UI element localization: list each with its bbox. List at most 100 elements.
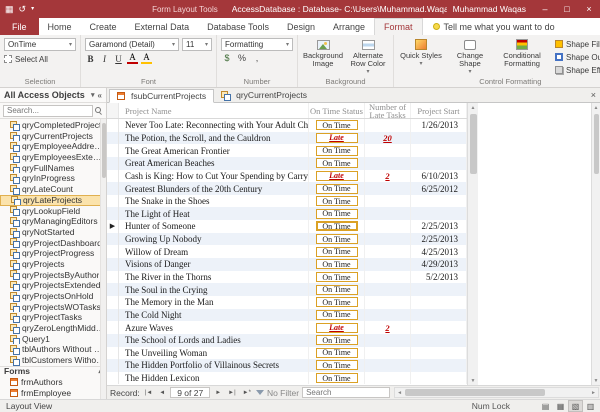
sidebar-item-qrycurrentprojects[interactable]: qryCurrentProjects	[0, 131, 106, 142]
sidebar-item-qryemployeesextended[interactable]: qryEmployeesExtended	[0, 152, 106, 163]
cell-late-tasks[interactable]: 2	[365, 321, 411, 334]
cell-project-name[interactable]: Hunter of Someone	[119, 220, 309, 233]
nav-section-forms[interactable]: Forms ▴	[0, 365, 106, 377]
cell-project-start[interactable]	[411, 333, 467, 347]
sidebar-item-qrynotstarted[interactable]: qryNotStarted	[0, 227, 106, 238]
scrollbar-thumb[interactable]	[102, 123, 106, 178]
select-all-button[interactable]: Select All	[4, 53, 76, 65]
record-selector[interactable]	[107, 333, 119, 347]
cell-project-start[interactable]	[411, 144, 467, 157]
filter-icon[interactable]	[255, 390, 264, 395]
tab-qrycurrentprojects[interactable]: qryCurrentProjects	[214, 88, 314, 102]
currency-format-button[interactable]: $	[221, 53, 233, 63]
cell-late-tasks[interactable]	[365, 371, 411, 385]
cell-on-time-status[interactable]: On Time	[309, 245, 365, 259]
record-selector[interactable]	[107, 144, 119, 157]
scrollbar-thumb[interactable]	[469, 114, 477, 174]
cell-project-start[interactable]	[411, 295, 467, 309]
table-row[interactable]: Azure Waves Late 2	[107, 321, 467, 334]
cell-project-start[interactable]	[411, 321, 467, 334]
font-color-button[interactable]: A	[127, 53, 138, 64]
table-row[interactable]: The Potion, the Scroll, and the Cauldron…	[107, 131, 467, 145]
cell-late-tasks[interactable]	[365, 194, 411, 208]
table-row[interactable]: The Unveiling Woman On Time	[107, 346, 467, 360]
record-selector[interactable]	[107, 270, 119, 284]
record-selector[interactable]	[107, 371, 119, 385]
design-view-button[interactable]: ▥	[583, 400, 598, 412]
cell-project-name[interactable]: Willow of Dream	[119, 245, 309, 259]
cell-project-name[interactable]: The Soul in the Crying	[119, 283, 309, 296]
cell-project-start[interactable]: 4/25/2013	[411, 245, 467, 259]
cell-project-start[interactable]	[411, 207, 467, 221]
first-record-button[interactable]: |◄	[143, 387, 155, 399]
sidebar-item-qryemployeeaddresses[interactable]: qryEmployeeAddresses	[0, 141, 106, 153]
cell-late-tasks[interactable]	[365, 270, 411, 284]
underline-button[interactable]: U	[113, 54, 124, 64]
cell-on-time-status[interactable]: On Time	[309, 194, 365, 208]
table-row[interactable]: ▶ Hunter of Someone On Time 2/25/2013	[107, 220, 467, 233]
column-header-project-name[interactable]: Project Name	[119, 103, 309, 118]
cell-on-time-status[interactable]: On Time	[309, 308, 365, 322]
sidebar-item-qryprojectsonhold[interactable]: qryProjectsOnHold	[0, 291, 106, 302]
ribbon-tab-design[interactable]: Design	[278, 18, 324, 35]
ribbon-tab-file[interactable]: File	[0, 18, 39, 35]
cell-late-tasks[interactable]	[365, 207, 411, 221]
column-header-project-start[interactable]: Project Start	[411, 103, 467, 118]
object-picker-combo[interactable]: OnTime ▾	[4, 38, 76, 51]
cell-late-tasks[interactable]	[365, 156, 411, 170]
cell-late-tasks[interactable]	[365, 308, 411, 322]
cell-project-start[interactable]: 4/29/2013	[411, 258, 467, 271]
cell-late-tasks[interactable]	[365, 346, 411, 360]
cell-project-name[interactable]: The Potion, the Scroll, and the Cauldron	[119, 131, 309, 145]
record-selector[interactable]	[107, 156, 119, 170]
table-row[interactable]: The Soul in the Crying On Time	[107, 283, 467, 296]
conditional-formatting-button[interactable]: Conditional Formatting	[496, 38, 548, 68]
cell-project-start[interactable]: 6/25/2012	[411, 182, 467, 195]
ribbon-tab-arrange[interactable]: Arrange	[324, 18, 374, 35]
cell-late-tasks[interactable]	[365, 258, 411, 271]
select-all-records-box[interactable]	[107, 103, 119, 118]
cell-project-name[interactable]: Azure Waves	[119, 321, 309, 334]
alternate-row-color-button[interactable]: Alternate Row Color ▾	[347, 38, 389, 76]
table-row[interactable]: The Cold Night On Time	[107, 308, 467, 322]
record-selector[interactable]	[107, 182, 119, 195]
cell-on-time-status[interactable]: On Time	[309, 156, 365, 170]
sidebar-item-qryfullnames[interactable]: qryFullNames	[0, 163, 106, 174]
cell-on-time-status[interactable]: On Time	[309, 359, 365, 372]
table-row[interactable]: The Memory in the Man On Time	[107, 295, 467, 309]
datasheet-vertical-scrollbar[interactable]: ▲ ▼	[467, 103, 478, 385]
cell-project-start[interactable]: 5/2/2013	[411, 270, 467, 284]
cell-on-time-status[interactable]: Late	[309, 321, 365, 334]
ribbon-tab-home[interactable]: Home	[39, 18, 81, 35]
sidebar-item-qrylateprojects[interactable]: qryLateProjects	[0, 194, 106, 206]
cell-project-start[interactable]: 2/25/2013	[411, 232, 467, 246]
close-document-icon[interactable]: ×	[591, 90, 596, 100]
cell-late-tasks[interactable]	[365, 119, 411, 132]
maximize-button[interactable]: □	[556, 0, 578, 18]
scroll-up-icon[interactable]: ▲	[471, 103, 476, 112]
cell-project-name[interactable]: The Great American Frontier	[119, 144, 309, 157]
chevron-down-icon[interactable]: ▾	[91, 91, 95, 99]
cell-project-name[interactable]: Cash is King: How to Cut Your Spending b…	[119, 169, 309, 183]
cell-project-name[interactable]: Growing Up Nobody	[119, 232, 309, 246]
change-shape-button[interactable]: Change Shape ▾	[447, 38, 493, 76]
table-row[interactable]: Cash is King: How to Cut Your Spending b…	[107, 169, 467, 183]
sidebar-item-qryprojectswotasks[interactable]: qryProjectsWOTasks	[0, 302, 106, 313]
record-selector[interactable]	[107, 258, 119, 271]
cell-on-time-status[interactable]: On Time	[309, 371, 365, 385]
horizontal-scrollbar[interactable]: ◄ ►	[394, 387, 599, 398]
scrollbar-thumb[interactable]	[593, 114, 599, 174]
sidebar-item-qryprojectsbyauthor[interactable]: qryProjectsByAuthor	[0, 270, 106, 281]
cell-project-start[interactable]: 6/10/2013	[411, 169, 467, 183]
record-selector[interactable]	[107, 232, 119, 246]
scrollbar-thumb[interactable]	[405, 389, 546, 396]
window-vertical-scrollbar[interactable]: ▲ ▼	[591, 103, 600, 385]
scroll-up-icon[interactable]: ▲	[594, 103, 599, 112]
previous-record-button[interactable]: ◄	[157, 387, 167, 399]
cell-project-name[interactable]: Never Too Late: Reconnecting with Your A…	[119, 119, 309, 132]
bold-button[interactable]: B	[85, 54, 96, 64]
cell-on-time-status[interactable]: On Time	[309, 258, 365, 271]
qat-chevron-down-icon[interactable]: ▾	[31, 0, 34, 18]
record-selector[interactable]	[107, 131, 119, 145]
tab-fsubcurrentprojects[interactable]: fsubCurrentProjects	[109, 89, 215, 103]
